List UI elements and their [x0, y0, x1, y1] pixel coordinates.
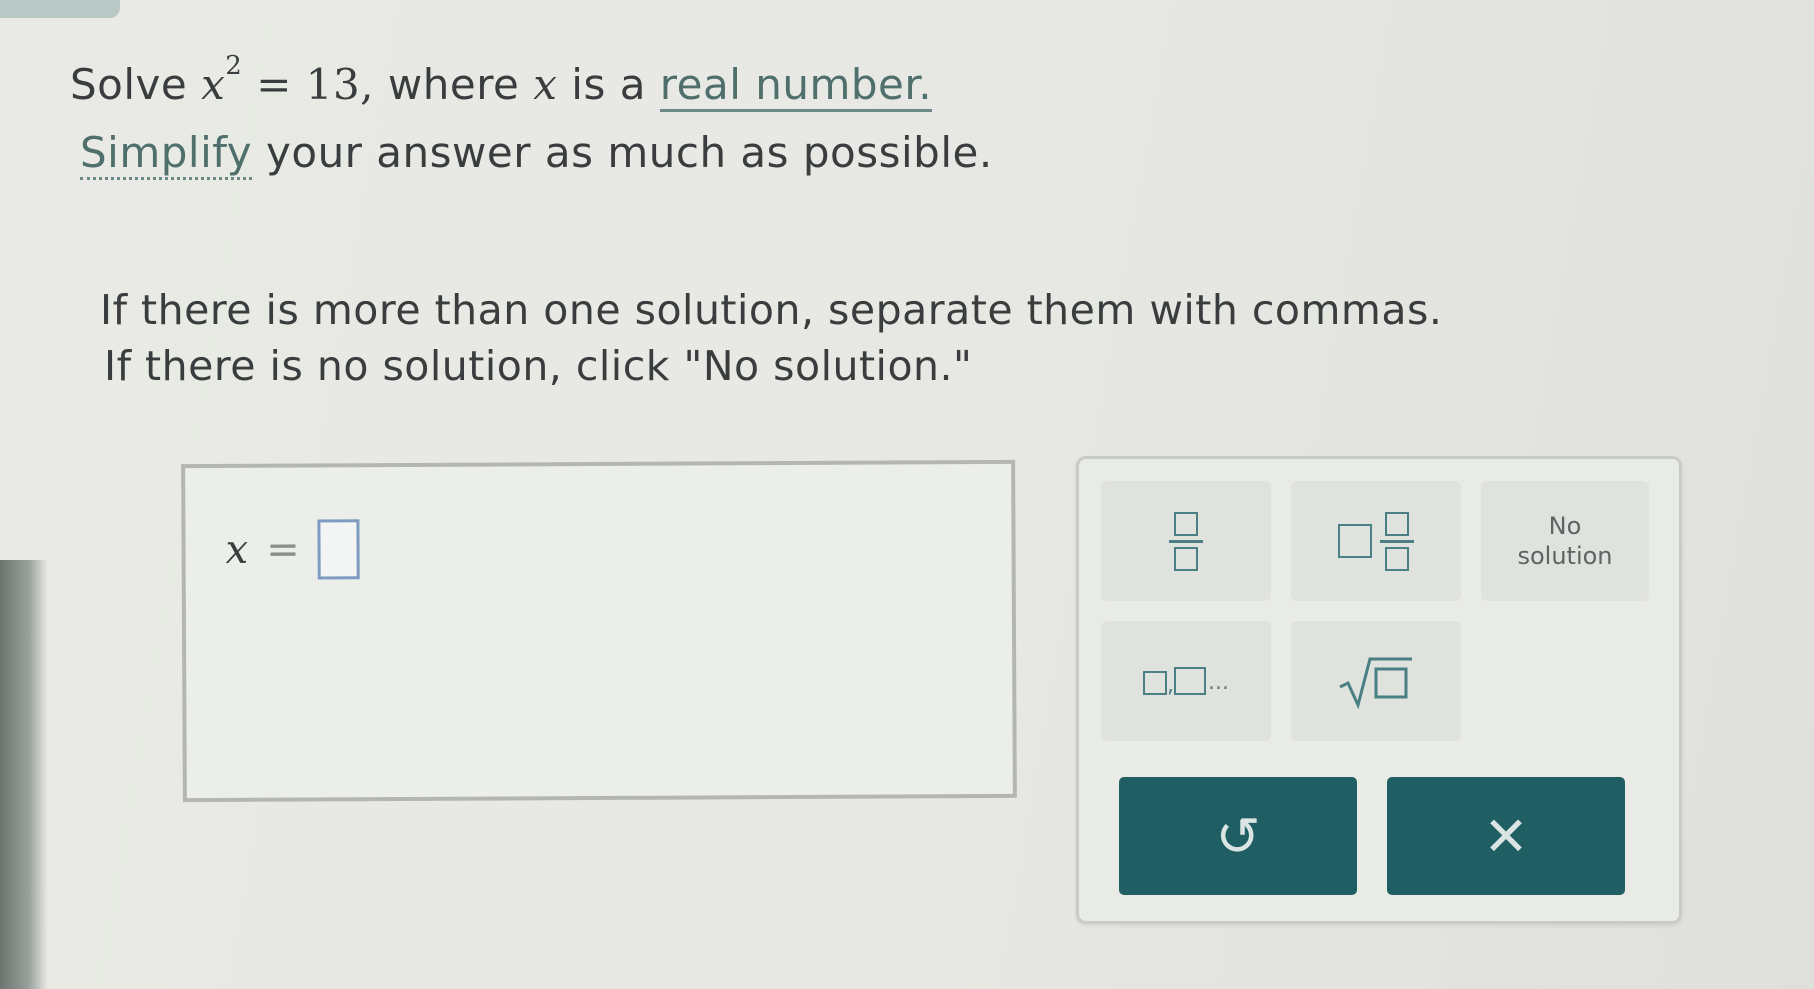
- answer-variable: x: [225, 526, 249, 573]
- undo-button[interactable]: ↺: [1119, 777, 1357, 895]
- square-root-icon: [1339, 657, 1412, 709]
- list-ellipsis: ...: [1208, 670, 1229, 695]
- undo-icon: ↺: [1215, 804, 1261, 868]
- equation-variable: x: [201, 60, 226, 109]
- math-keypad: No solution , ... ↺ ✕: [1076, 456, 1682, 924]
- where-text: where: [387, 60, 520, 109]
- no-solution-button[interactable]: No solution: [1481, 481, 1649, 601]
- problem-statement: Solve x2 = 13, where x is a real number.: [70, 51, 933, 112]
- answer-equals: =: [266, 526, 300, 573]
- screen-bezel-edge: [0, 560, 48, 989]
- square-root-button[interactable]: [1291, 621, 1461, 741]
- real-number-link[interactable]: real number.: [659, 60, 933, 112]
- multiple-solution-instruction: If there is more than one solution, sepa…: [100, 286, 1443, 334]
- is-a-text: is a: [571, 60, 646, 109]
- mixed-number-icon: [1338, 511, 1414, 571]
- answer-input[interactable]: [317, 519, 360, 580]
- fraction-button[interactable]: [1101, 481, 1271, 601]
- fraction-icon: [1169, 511, 1203, 571]
- where-variable: x: [533, 60, 558, 109]
- solve-word: Solve: [70, 60, 188, 109]
- list-icon: , ...: [1143, 667, 1229, 697]
- answer-row: x =: [225, 519, 360, 580]
- no-solution-label-line2: solution: [1517, 542, 1613, 570]
- list-button[interactable]: , ...: [1101, 621, 1271, 741]
- no-solution-instruction: If there is no solution, click "No solut…: [104, 342, 973, 390]
- mixed-number-button[interactable]: [1291, 481, 1461, 601]
- no-solution-label-line1: No: [1548, 512, 1582, 540]
- clear-button[interactable]: ✕: [1387, 777, 1625, 895]
- answer-box[interactable]: x =: [181, 459, 1017, 803]
- equation-rhs: = 13,: [256, 60, 375, 109]
- top-accent-bar: [0, 0, 120, 18]
- simplify-instruction: Simplify your answer as much as possible…: [80, 128, 993, 180]
- equation-exponent: 2: [225, 51, 243, 81]
- simplify-link[interactable]: Simplify: [80, 128, 253, 180]
- close-icon: ✕: [1483, 804, 1529, 868]
- simplify-rest: your answer as much as possible.: [266, 128, 993, 177]
